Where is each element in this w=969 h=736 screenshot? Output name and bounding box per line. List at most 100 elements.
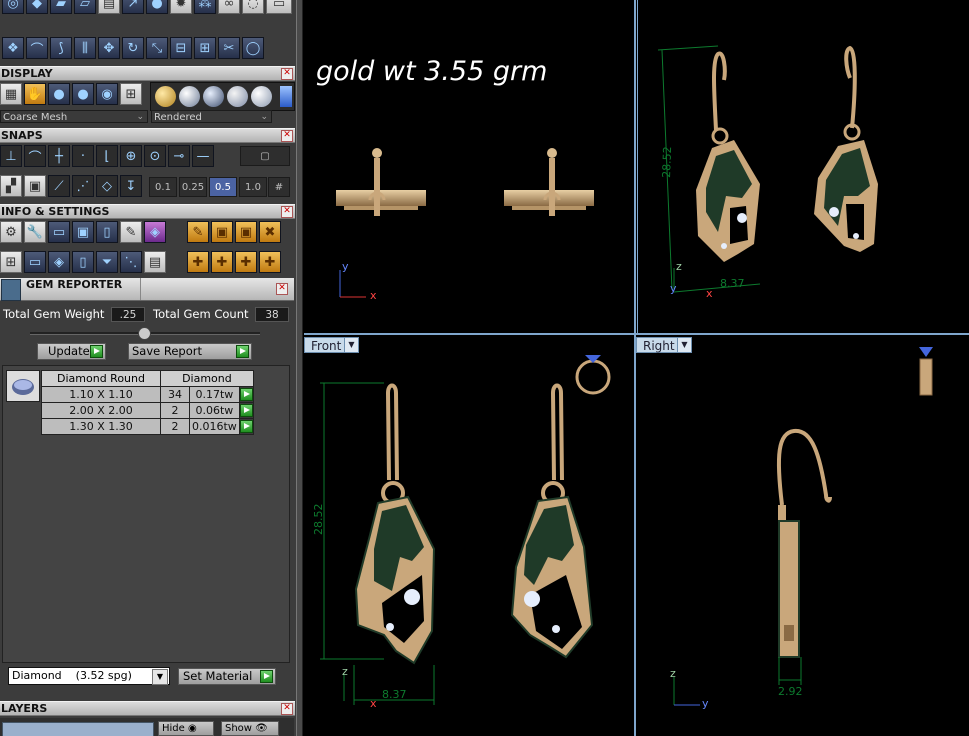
select-row-button[interactable] bbox=[238, 402, 254, 419]
snap-center-icon[interactable]: ⊕ bbox=[120, 145, 142, 167]
snap-point-icon[interactable]: · bbox=[72, 145, 94, 167]
snap-value-3[interactable]: 1.0 bbox=[239, 177, 267, 197]
table-row[interactable]: 2.00 X 2.00 2 0.06tw bbox=[41, 402, 254, 419]
dropper-icon[interactable]: ✎ bbox=[187, 221, 209, 243]
split-tool-icon[interactable]: ⊞ bbox=[194, 37, 216, 59]
panel-icon[interactable]: ▯ bbox=[72, 251, 94, 273]
wrench-icon[interactable]: 🔧 bbox=[24, 221, 46, 243]
chrome-material-icon[interactable] bbox=[203, 86, 224, 107]
gem-tool-icon[interactable]: ◆ bbox=[26, 0, 48, 14]
viewport-perspective[interactable]: 28.52 8.37 z y x bbox=[637, 0, 969, 333]
silver-material-icon[interactable] bbox=[179, 86, 200, 107]
gold-material-icon[interactable] bbox=[155, 86, 176, 107]
filter-icon[interactable]: ⏷ bbox=[96, 251, 118, 273]
frame-b-icon[interactable]: ▣ bbox=[235, 221, 257, 243]
pin-multi-icon[interactable]: ✚ bbox=[235, 251, 257, 273]
panel-button-icon[interactable]: ▭ bbox=[266, 0, 292, 14]
snap-cross-icon[interactable]: ┼ bbox=[48, 145, 70, 167]
viewport-top[interactable]: gold wt 3.55 grm y x bbox=[304, 0, 634, 333]
snap-options-button[interactable]: ▢ bbox=[240, 146, 290, 166]
snap-value-1[interactable]: 0.25 bbox=[179, 177, 207, 197]
snap-mid-icon[interactable]: ⊸ bbox=[168, 145, 190, 167]
close-icon[interactable]: ✕ bbox=[281, 703, 293, 715]
pearl-material-icon[interactable] bbox=[251, 86, 272, 107]
close-icon[interactable]: ✕ bbox=[281, 68, 293, 80]
snap-grid-icon[interactable]: ⊥ bbox=[0, 145, 22, 167]
close-icon[interactable]: ✕ bbox=[276, 283, 288, 295]
hide-button[interactable]: Hide ◉ bbox=[158, 721, 214, 736]
snap-corner-icon[interactable]: ⌊ bbox=[96, 145, 118, 167]
measure-icon[interactable]: ⟋ bbox=[48, 175, 70, 197]
render-mode-dropdown[interactable]: Rendered ⌄ bbox=[151, 110, 272, 123]
frame-x-icon[interactable]: ✖ bbox=[259, 221, 281, 243]
close-icon[interactable]: ✕ bbox=[281, 206, 293, 218]
notepad-icon[interactable]: ✎ bbox=[120, 221, 142, 243]
gear-icon[interactable]: ⚙ bbox=[0, 221, 22, 243]
display-section-header[interactable]: DISPLAY ✕ bbox=[0, 66, 295, 81]
wireframe-icon[interactable]: ▦ bbox=[0, 83, 22, 105]
diamond-thumbnail[interactable] bbox=[6, 370, 40, 402]
page-tool-icon[interactable]: ▤ bbox=[98, 0, 120, 14]
curve-tool-icon[interactable]: ⌒ bbox=[26, 37, 48, 59]
snap-curve-icon[interactable]: ⌒ bbox=[24, 145, 46, 167]
snap-value-2[interactable]: 0.5 bbox=[209, 177, 237, 197]
table-row[interactable]: 1.30 X 1.30 2 0.016tw bbox=[41, 418, 254, 435]
shaded-sphere-icon[interactable]: ● bbox=[48, 83, 70, 105]
rotate-tool-icon[interactable]: ↻ bbox=[122, 37, 144, 59]
layer-tabs[interactable] bbox=[2, 722, 154, 736]
pin-red-icon[interactable]: ✚ bbox=[187, 251, 209, 273]
chain-tool-icon[interactable]: ∞ bbox=[218, 0, 240, 14]
show-button[interactable]: Show 👁 bbox=[221, 721, 279, 736]
select-row-button[interactable] bbox=[238, 386, 254, 403]
scanner-icon[interactable]: ▭ bbox=[48, 221, 70, 243]
snaps-section-header[interactable]: SNAPS ✕ bbox=[0, 128, 295, 143]
box-icon[interactable]: ▣ bbox=[24, 175, 46, 197]
snap-value-0[interactable]: 0.1 bbox=[149, 177, 177, 197]
frame-a-icon[interactable]: ▣ bbox=[211, 221, 233, 243]
purple-cube-icon[interactable]: ◈ bbox=[144, 221, 166, 243]
slider-handle[interactable] bbox=[138, 327, 151, 340]
cut-tool-icon[interactable]: ✂ bbox=[218, 37, 240, 59]
burst-tool-icon[interactable]: ✹ bbox=[170, 0, 192, 14]
mesh-quality-dropdown[interactable]: Coarse Mesh ⌄ bbox=[0, 110, 148, 123]
transform-icon[interactable]: ◈ bbox=[48, 251, 70, 273]
platinum-material-icon[interactable] bbox=[227, 86, 248, 107]
bend-tool-icon[interactable]: ↗ bbox=[122, 0, 144, 14]
cube-info-icon[interactable]: ▣ bbox=[72, 221, 94, 243]
sphere-tool-icon[interactable]: ● bbox=[146, 0, 168, 14]
plane-tool-icon[interactable]: ▱ bbox=[74, 0, 96, 14]
select-row-button[interactable] bbox=[238, 418, 254, 435]
plane-snap-icon[interactable]: ◇ bbox=[96, 175, 118, 197]
set-material-button[interactable]: Set Material bbox=[178, 668, 276, 685]
material-dropdown[interactable]: Diamond (3.52 spg) ▼ bbox=[8, 667, 170, 685]
scale-tool-icon[interactable]: ⤡ bbox=[146, 37, 168, 59]
snap-circle-icon[interactable]: ⊙ bbox=[144, 145, 166, 167]
move-tool-icon[interactable]: ✥ bbox=[98, 37, 120, 59]
close-icon[interactable]: ✕ bbox=[281, 130, 293, 142]
book-icon[interactable]: ▯ bbox=[96, 221, 118, 243]
monitor-icon[interactable]: ▭ bbox=[24, 251, 46, 273]
update-button[interactable]: Update bbox=[37, 343, 106, 360]
viewport-right[interactable]: Right ▼ 2.92 z y bbox=[636, 335, 969, 736]
snap-line-icon[interactable]: — bbox=[192, 145, 214, 167]
save-report-button[interactable]: Save Report bbox=[128, 343, 252, 360]
nodes-icon[interactable]: ⋱ bbox=[120, 251, 142, 273]
layout-icon[interactable]: ▞ bbox=[0, 175, 22, 197]
ring-tool-icon[interactable]: ◎ bbox=[2, 0, 24, 14]
material-scroll-icon[interactable] bbox=[280, 86, 292, 107]
cube-tool-icon[interactable]: ▰ bbox=[50, 0, 72, 14]
panel-splitter[interactable] bbox=[296, 0, 303, 736]
pin-blue-icon[interactable]: ✚ bbox=[211, 251, 233, 273]
layers-section-header[interactable]: LAYERS ✕ bbox=[0, 701, 295, 716]
report-icon[interactable]: ▤ bbox=[144, 251, 166, 273]
mirror-tool-icon[interactable]: ⫼ bbox=[74, 37, 96, 59]
grid-layout-icon[interactable]: ⊞ bbox=[0, 251, 22, 273]
offset-tool-icon[interactable]: ⟆ bbox=[50, 37, 72, 59]
link-tool-icon[interactable]: ⊟ bbox=[170, 37, 192, 59]
environment-icon[interactable]: ◉ bbox=[96, 83, 118, 105]
grid-snap-icon[interactable]: # bbox=[268, 177, 290, 197]
table-row[interactable]: 1.10 X 1.10 34 0.17tw bbox=[41, 386, 254, 403]
grid-display-icon[interactable]: ⊞ bbox=[120, 83, 142, 105]
boolean-tool-icon[interactable]: ❖ bbox=[2, 37, 24, 59]
circle-tool-icon[interactable]: ◯ bbox=[242, 37, 264, 59]
